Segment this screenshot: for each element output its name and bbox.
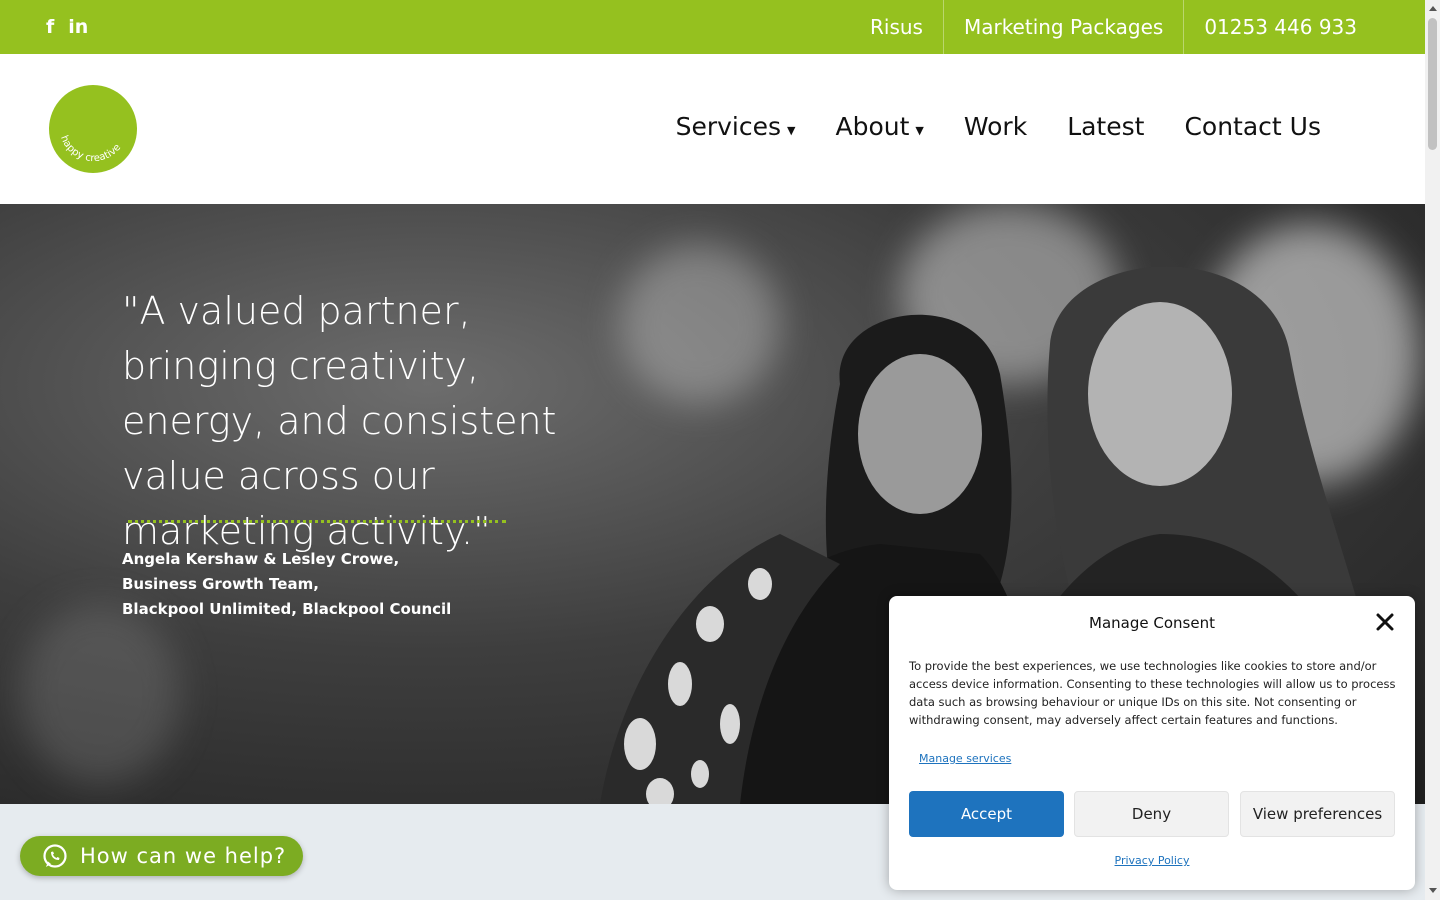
- consent-title: Manage Consent: [1089, 614, 1215, 632]
- scrollbar-thumb[interactable]: [1428, 18, 1437, 150]
- background-bokeh: [20, 604, 180, 784]
- linkedin-icon[interactable]: in: [68, 14, 88, 40]
- nav-about-label: About: [835, 112, 910, 141]
- top-bar: f in Risus Marketing Packages 01253 446 …: [0, 0, 1425, 54]
- hero-quote: "A valued partner, bringing creativity, …: [122, 289, 557, 553]
- attribution-line: Angela Kershaw & Lesley Crowe,: [122, 550, 400, 568]
- marketing-packages-link[interactable]: Marketing Packages: [942, 0, 1183, 54]
- scroll-down-icon[interactable]: [1429, 888, 1437, 893]
- manage-services-link[interactable]: Manage services: [919, 752, 1011, 765]
- main-nav: Services ▼ About ▼ Work Latest Contact Us: [676, 112, 1321, 141]
- close-icon[interactable]: [1375, 612, 1395, 632]
- consent-body: To provide the best experiences, we use …: [909, 659, 1396, 727]
- quote-attribution: Angela Kershaw & Lesley Crowe, Business …: [122, 547, 451, 622]
- scroll-up-icon[interactable]: [1429, 6, 1437, 11]
- nav-contact[interactable]: Contact Us: [1184, 112, 1321, 141]
- nav-services[interactable]: Services ▼: [676, 112, 796, 141]
- attribution-line: Blackpool Unlimited, Blackpool Council: [122, 600, 452, 618]
- risus-link[interactable]: Risus: [850, 0, 943, 54]
- site-logo[interactable]: happy creative: [49, 85, 137, 173]
- help-button-label: How can we help?: [80, 844, 287, 868]
- accept-button[interactable]: Accept: [909, 791, 1064, 837]
- social-links: f in: [46, 14, 88, 40]
- whatsapp-icon: [43, 844, 67, 868]
- site-header: happy creative Services ▼ About ▼ Work Lat…: [0, 54, 1425, 204]
- deny-button[interactable]: Deny: [1074, 791, 1229, 837]
- attribution-line: Business Growth Team,: [122, 575, 319, 593]
- facebook-icon[interactable]: f: [46, 14, 54, 40]
- nav-services-label: Services: [675, 112, 782, 141]
- nav-work[interactable]: Work: [964, 112, 1027, 141]
- chevron-down-icon: ▼: [787, 124, 796, 137]
- page-scrollbar[interactable]: [1425, 0, 1440, 900]
- nav-latest[interactable]: Latest: [1067, 112, 1144, 141]
- svg-text:happy creative: happy creative: [58, 134, 123, 164]
- top-links: Risus Marketing Packages 01253 446 933: [850, 0, 1377, 54]
- logo-text: happy creative: [58, 134, 123, 164]
- privacy-policy-link[interactable]: Privacy Policy: [889, 854, 1415, 867]
- quote-divider: [128, 520, 506, 523]
- whatsapp-help-button[interactable]: How can we help?: [20, 836, 303, 876]
- consent-modal: Manage Consent To provide the best exper…: [889, 596, 1415, 890]
- view-preferences-button[interactable]: View preferences: [1240, 791, 1395, 837]
- phone-link[interactable]: 01253 446 933: [1183, 0, 1377, 54]
- nav-about[interactable]: About ▼: [835, 112, 923, 141]
- chevron-down-icon: ▼: [915, 124, 924, 137]
